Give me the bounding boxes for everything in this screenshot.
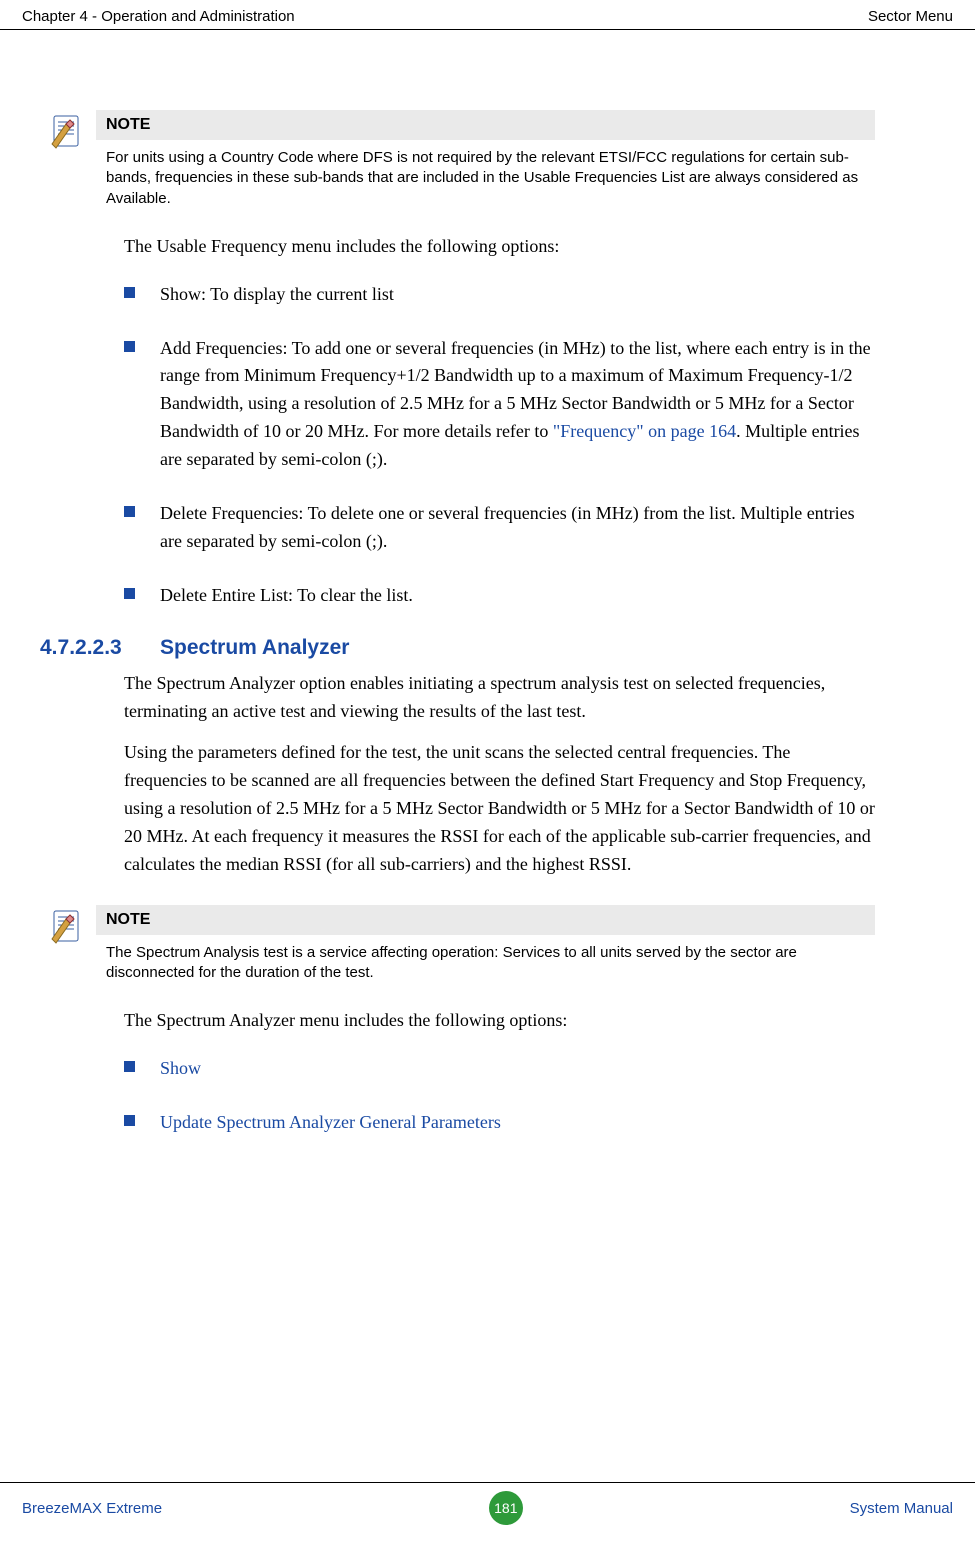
note-text: The Spectrum Analysis test is a service … — [96, 935, 875, 988]
paragraph: The Spectrum Analyzer option enables ini… — [124, 670, 875, 726]
header-left: Chapter 4 - Operation and Administration — [22, 8, 295, 25]
note-title: NOTE — [96, 905, 875, 935]
list-item: Delete Frequencies: To delete one or sev… — [124, 500, 875, 556]
section-number: 4.7.2.2.3 — [40, 636, 160, 660]
link[interactable]: Update Spectrum Analyzer General Paramet… — [160, 1112, 501, 1132]
page-header: Chapter 4 - Operation and Administration… — [0, 0, 975, 30]
note-text: For units using a Country Code where DFS… — [96, 140, 875, 213]
page-number-badge: 181 — [489, 1491, 523, 1525]
note-title: NOTE — [96, 110, 875, 140]
intro-text: The Usable Frequency menu includes the f… — [124, 233, 875, 261]
link[interactable]: Show — [160, 1058, 201, 1078]
note-body: NOTE The Spectrum Analysis test is a ser… — [96, 905, 875, 988]
paragraph: Using the parameters defined for the tes… — [124, 739, 875, 878]
section-title: Spectrum Analyzer — [160, 636, 349, 660]
cross-reference-link[interactable]: "Frequency" on page 164 — [553, 421, 736, 441]
note-icon — [48, 905, 96, 988]
list-item: Show: To display the current list — [124, 281, 875, 309]
list-item-text: Delete Frequencies: To delete one or sev… — [160, 503, 855, 551]
note-block: NOTE For units using a Country Code wher… — [48, 110, 875, 213]
header-right: Sector Menu — [868, 8, 953, 25]
list-item-text: Show: To display the current list — [160, 284, 394, 304]
note-body: NOTE For units using a Country Code wher… — [96, 110, 875, 213]
page-footer: BreezeMAX Extreme 181 System Manual — [0, 1482, 975, 1525]
list-item-text: Delete Entire List: To clear the list. — [160, 585, 413, 605]
list-item: Add Frequencies: To add one or several f… — [124, 335, 875, 474]
note-block: NOTE The Spectrum Analysis test is a ser… — [48, 905, 875, 988]
bullet-list: Show: To display the current list Add Fr… — [124, 281, 875, 610]
intro-text: The Spectrum Analyzer menu includes the … — [124, 1007, 875, 1035]
note-icon — [48, 110, 96, 213]
footer-right: System Manual — [850, 1500, 953, 1517]
section-heading: 4.7.2.2.3 Spectrum Analyzer — [40, 636, 875, 660]
bullet-list: Show Update Spectrum Analyzer General Pa… — [124, 1055, 875, 1137]
footer-left: BreezeMAX Extreme — [22, 1500, 162, 1517]
list-item: Show — [124, 1055, 875, 1083]
list-item: Delete Entire List: To clear the list. — [124, 582, 875, 610]
list-item: Update Spectrum Analyzer General Paramet… — [124, 1109, 875, 1137]
page-content: NOTE For units using a Country Code wher… — [0, 30, 975, 1137]
